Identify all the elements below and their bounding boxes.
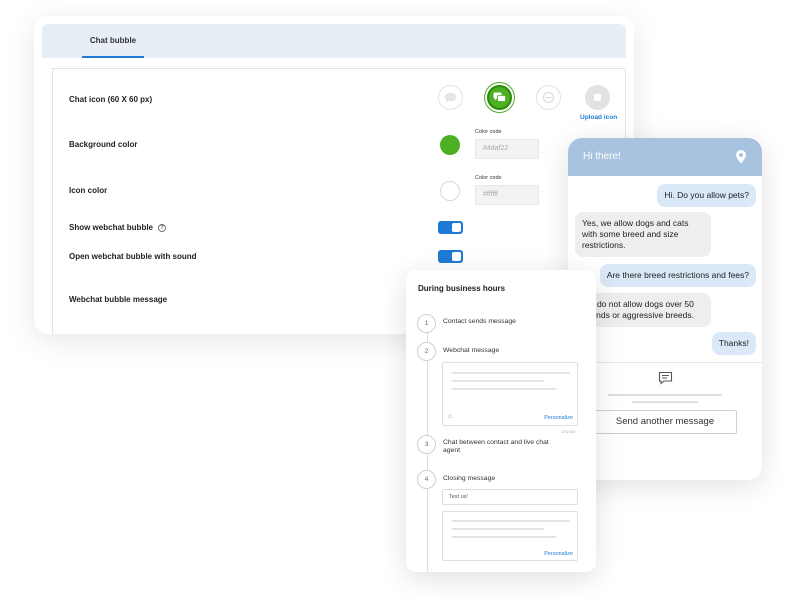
placeholder-line	[452, 380, 544, 382]
help-icon[interactable]: ?	[158, 223, 167, 232]
step-label-1: Contact sends message	[443, 318, 516, 325]
toggle-knob	[452, 252, 461, 261]
image-placeholder-icon	[594, 94, 601, 101]
step-number-2: 2	[417, 342, 436, 361]
step-label-2: Webchat message	[443, 347, 500, 354]
chat-message-icon	[658, 371, 673, 385]
background-color-swatch[interactable]	[440, 135, 460, 155]
step-label-3: Chat between contact and live chat agent	[443, 439, 549, 454]
closing-message-editor[interactable]: Personalize	[442, 511, 578, 561]
chat-icon-option-1[interactable]	[438, 85, 463, 110]
chat-bubbles-icon	[493, 92, 506, 102]
speech-bubble-icon	[444, 92, 457, 103]
icon-color-label: Icon color	[69, 186, 108, 195]
toggle-knob	[452, 223, 461, 232]
step-number-1: 1	[417, 314, 436, 333]
business-hours-title: During business hours	[418, 284, 506, 293]
personalize-link[interactable]: Personalize	[544, 415, 573, 421]
open-with-sound-label: Open webchat bubble with sound	[69, 252, 197, 261]
chat-header-title: Hi there!	[583, 151, 621, 162]
background-color-code-field[interactable]: #4daf22	[475, 139, 539, 159]
upload-icon-link[interactable]: Upload icon	[580, 114, 617, 121]
tab-chat-bubble[interactable]: Chat bubble	[82, 24, 144, 58]
chat-icon-option-3[interactable]	[536, 85, 561, 110]
emoji-icon[interactable]: ☺	[447, 414, 453, 420]
placeholder-line	[452, 372, 570, 374]
chat-message-user: Thanks!	[711, 332, 756, 355]
upload-icon-button[interactable]	[585, 85, 610, 110]
show-webchat-bubble-toggle[interactable]	[438, 221, 463, 234]
show-webchat-bubble-text: Show webchat bubble	[69, 223, 154, 232]
show-webchat-bubble-label: Show webchat bubble?	[69, 223, 167, 232]
send-another-message-button[interactable]: Send another message	[593, 410, 737, 434]
personalize-link[interactable]: Personalize	[544, 551, 573, 557]
icon-color-swatch[interactable]	[440, 181, 460, 201]
placeholder-line	[452, 528, 544, 530]
chat-message-agent: Yes, we allow dogs and cats with some br…	[575, 212, 711, 257]
webchat-preview: Hi there! Hi. Do you allow pets? Yes, we…	[568, 138, 762, 480]
placeholder-line	[632, 401, 698, 403]
background-color-label: Background color	[69, 140, 138, 149]
icon-color-code-caption: Color code	[475, 175, 502, 181]
chat-header: Hi there!	[568, 138, 762, 176]
step-label-4: Closing message	[443, 475, 496, 482]
closing-message-input[interactable]: Text us!	[442, 489, 578, 505]
placeholder-line	[608, 394, 722, 396]
chat-divider	[568, 362, 762, 363]
chat-icon-label: Chat icon (60 X 60 px)	[69, 95, 153, 104]
location-pin-icon	[736, 150, 746, 164]
chat-message-user: Are there breed restrictions and fees?	[599, 264, 756, 287]
placeholder-line	[452, 520, 570, 522]
step-number-4: 4	[417, 470, 436, 489]
background-color-code-caption: Color code	[475, 129, 502, 135]
chat-icon-option-2-selected[interactable]	[487, 85, 512, 110]
settings-tab-bar: Chat bubble	[42, 24, 626, 58]
chat-message-user: Hi. Do you allow pets?	[657, 184, 756, 207]
placeholder-line	[452, 536, 556, 538]
webchat-message-editor[interactable]: ☺ Personalize	[442, 362, 578, 426]
dots-bubble-icon	[542, 91, 555, 103]
step-number-3: 3	[417, 435, 436, 454]
placeholder-line	[452, 388, 556, 390]
webchat-bubble-message-label: Webchat bubble message	[69, 295, 168, 304]
open-with-sound-toggle[interactable]	[438, 250, 463, 263]
character-counter: 120/400	[561, 429, 576, 434]
business-hours-flow: During business hours 1 Contact sends me…	[406, 270, 596, 572]
icon-color-code-field[interactable]: #ffffff	[475, 185, 539, 205]
